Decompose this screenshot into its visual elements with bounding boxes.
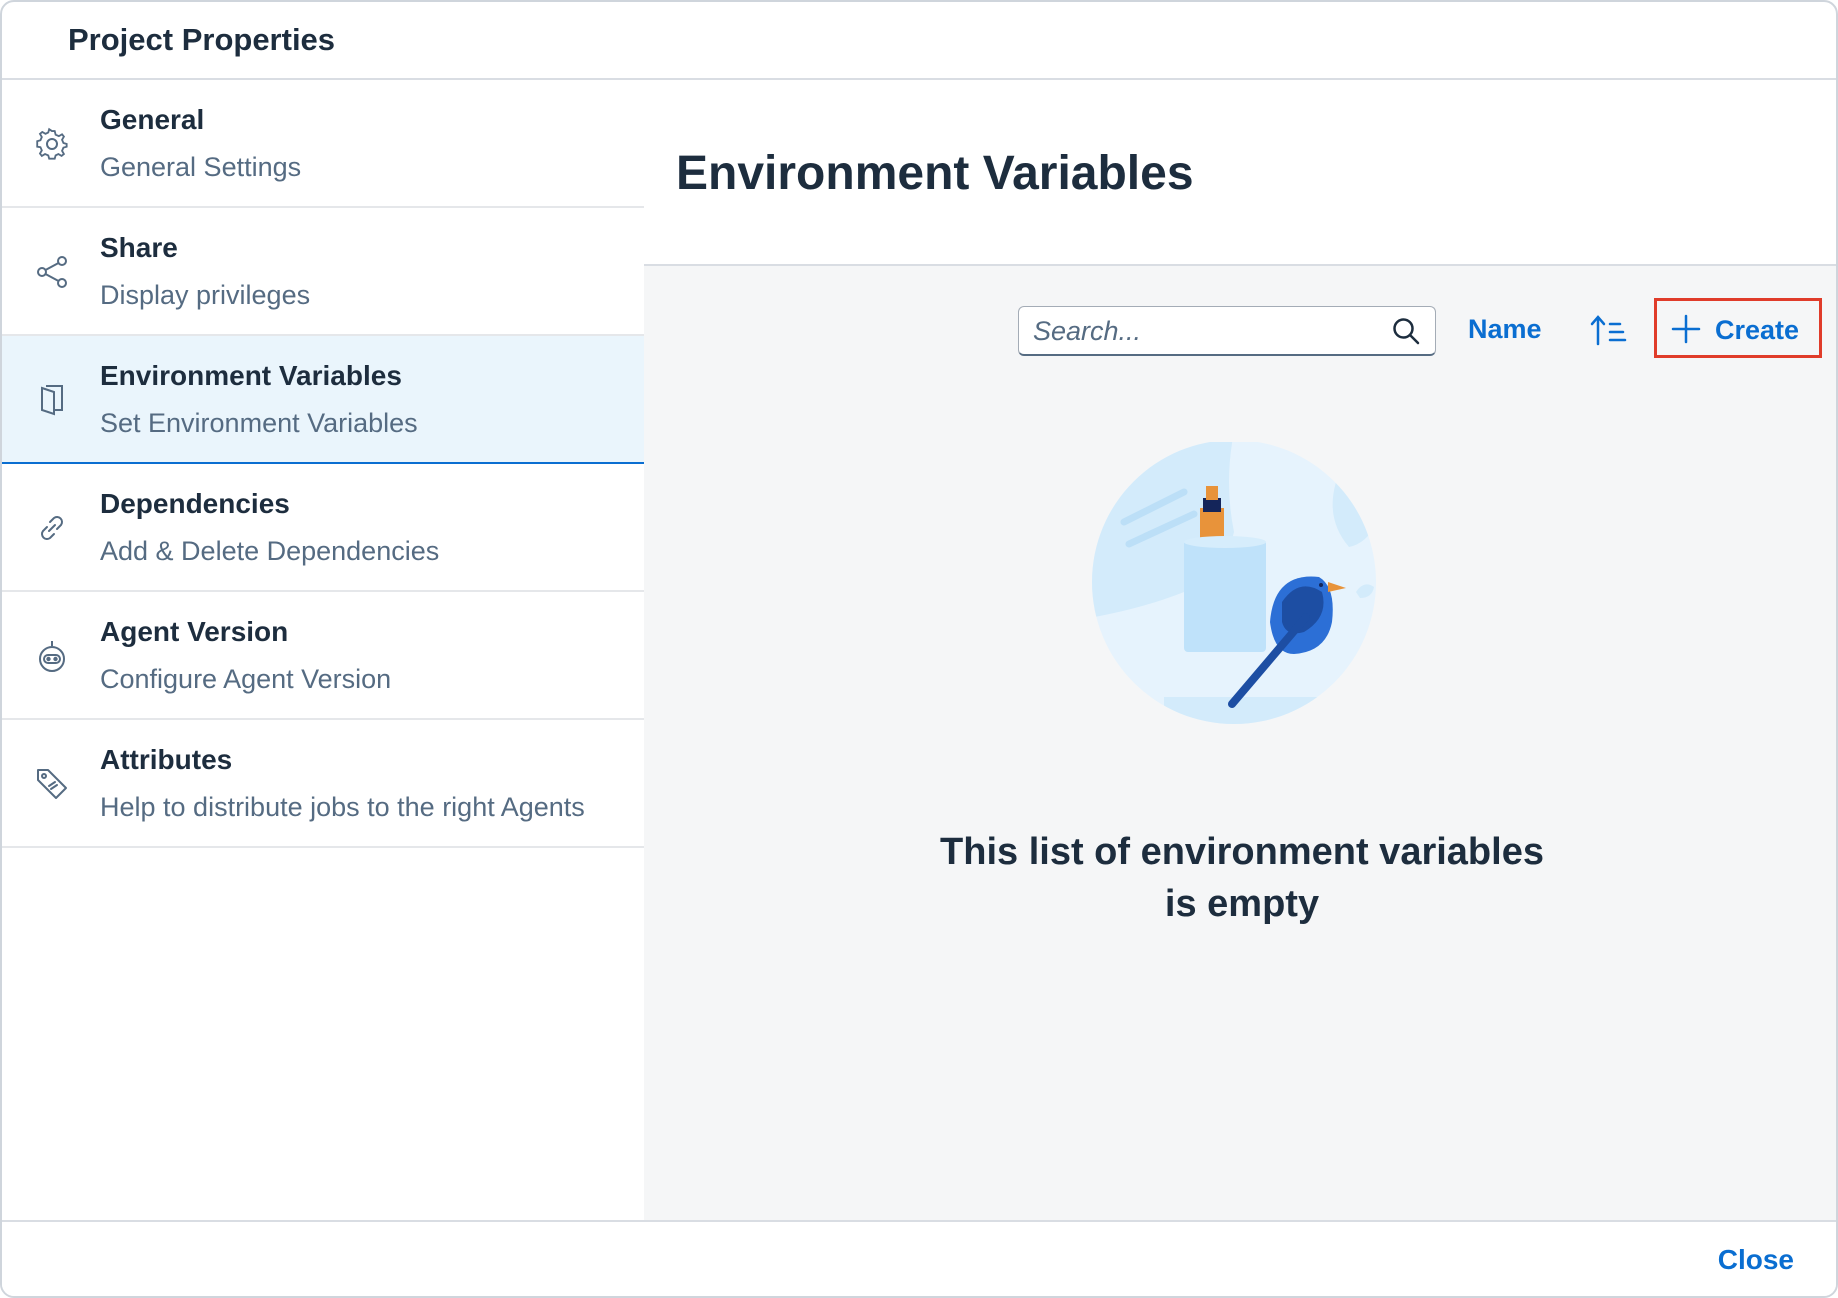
search-field[interactable] bbox=[1018, 306, 1436, 356]
sidebar-item-title: Environment Variables bbox=[100, 360, 402, 391]
search-icon[interactable] bbox=[1391, 316, 1421, 346]
plus-icon bbox=[1671, 314, 1701, 344]
sidebar-item-title: Share bbox=[100, 232, 178, 263]
sort-ascending-icon[interactable] bbox=[1588, 312, 1628, 348]
close-button[interactable]: Close bbox=[1718, 1244, 1794, 1276]
tag-icon bbox=[34, 766, 70, 802]
empty-state-line-2: is empty bbox=[1164, 883, 1320, 925]
dialog-title: Project Properties bbox=[68, 22, 336, 57]
sort-by-name-button[interactable]: Name bbox=[1468, 314, 1542, 345]
content-area: Name Create bbox=[644, 266, 1836, 1220]
search-input[interactable] bbox=[1031, 307, 1375, 355]
link-icon bbox=[34, 510, 70, 546]
sidebar-item-subtitle: Configure Agent Version bbox=[100, 664, 392, 694]
sidebar-item-title: Agent Version bbox=[100, 616, 289, 647]
empty-state-message: This list of environment variables is em… bbox=[644, 826, 1836, 930]
sidebar-item-subtitle: Help to distribute jobs to the right Age… bbox=[100, 792, 585, 822]
sidebar-item-agent-version[interactable]: Agent Version Configure Agent Version bbox=[2, 592, 644, 720]
create-button[interactable]: Create bbox=[1654, 298, 1822, 358]
sidebar-item-subtitle: Display privileges bbox=[100, 280, 311, 310]
sidebar-item-title: General bbox=[100, 104, 205, 135]
gear-icon bbox=[34, 126, 70, 162]
main-panel: Environment Variables Name bbox=[644, 80, 1836, 1220]
sidebar-item-subtitle: Set Environment Variables bbox=[100, 408, 418, 438]
empty-state-line-1: This list of environment variables bbox=[940, 831, 1544, 873]
project-properties-dialog: Project Properties General General Setti… bbox=[0, 0, 1838, 1298]
sidebar-item-title: Dependencies bbox=[100, 488, 290, 519]
dialog-header: Project Properties bbox=[2, 2, 1836, 80]
sidebar-item-share[interactable]: Share Display privileges bbox=[2, 208, 644, 336]
sidebar-item-attributes[interactable]: Attributes Help to distribute jobs to th… bbox=[2, 720, 644, 848]
sidebar-nav: General General Settings Share Display p… bbox=[2, 80, 644, 1220]
document-icon bbox=[34, 382, 70, 418]
sidebar-item-environment-variables[interactable]: Environment Variables Set Environment Va… bbox=[2, 336, 644, 464]
empty-list-illustration bbox=[1074, 440, 1414, 732]
sidebar-item-subtitle: General Settings bbox=[100, 152, 302, 182]
dialog-footer: Close bbox=[2, 1220, 1836, 1296]
sidebar-item-title: Attributes bbox=[100, 744, 233, 775]
main-header: Environment Variables bbox=[644, 80, 1836, 266]
page-title: Environment Variables bbox=[676, 147, 1194, 200]
sidebar-item-subtitle: Add & Delete Dependencies bbox=[100, 536, 440, 566]
robot-icon bbox=[34, 638, 70, 674]
share-icon bbox=[34, 254, 70, 290]
sidebar-item-dependencies[interactable]: Dependencies Add & Delete Dependencies bbox=[2, 464, 644, 592]
sidebar-item-general[interactable]: General General Settings bbox=[2, 80, 644, 208]
create-button-label: Create bbox=[1715, 315, 1800, 345]
